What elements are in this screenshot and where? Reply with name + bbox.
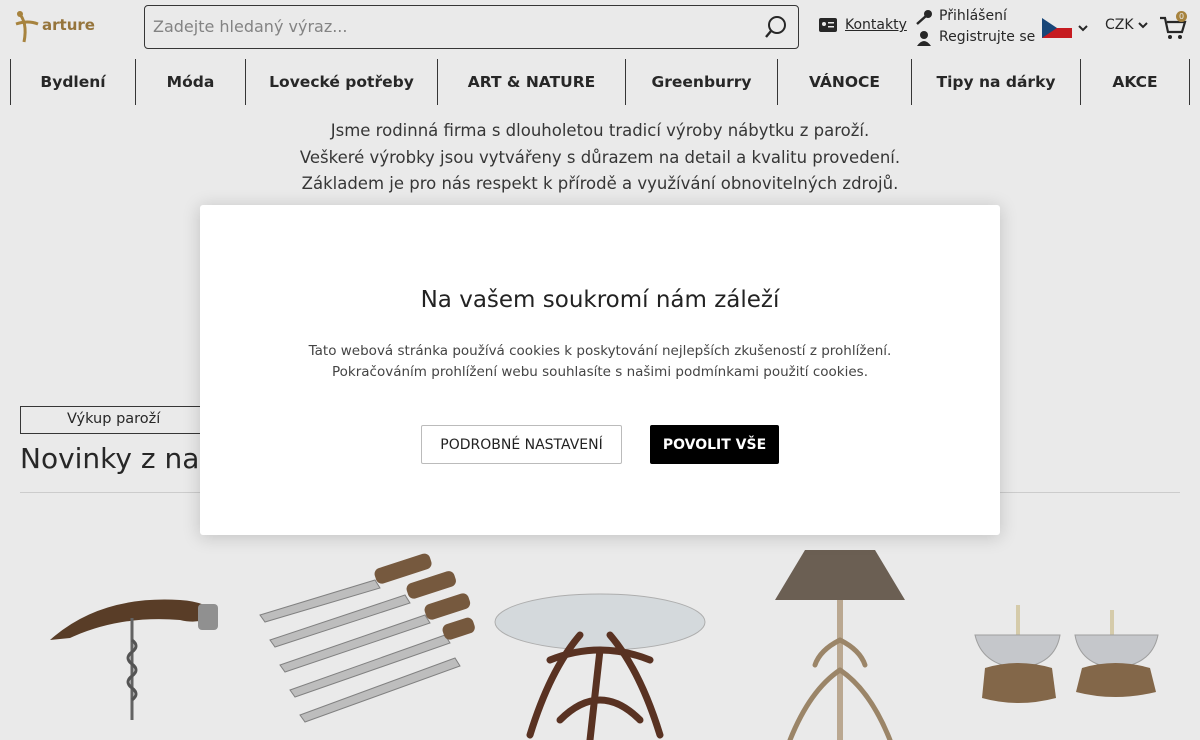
dialog-buttons: PODROBNÉ NASTAVENÍ POVOLIT VŠE [200,425,1000,464]
cookie-settings-button[interactable]: PODROBNÉ NASTAVENÍ [421,425,622,464]
accept-all-button[interactable]: POVOLIT VŠE [650,425,779,464]
dialog-title: Na vašem soukromí nám záleží [420,287,780,313]
cookie-consent-dialog: Na vašem soukromí nám záleží Tato webová… [200,205,1000,535]
dialog-text: Tato webová stránka používá cookies k po… [308,343,892,380]
